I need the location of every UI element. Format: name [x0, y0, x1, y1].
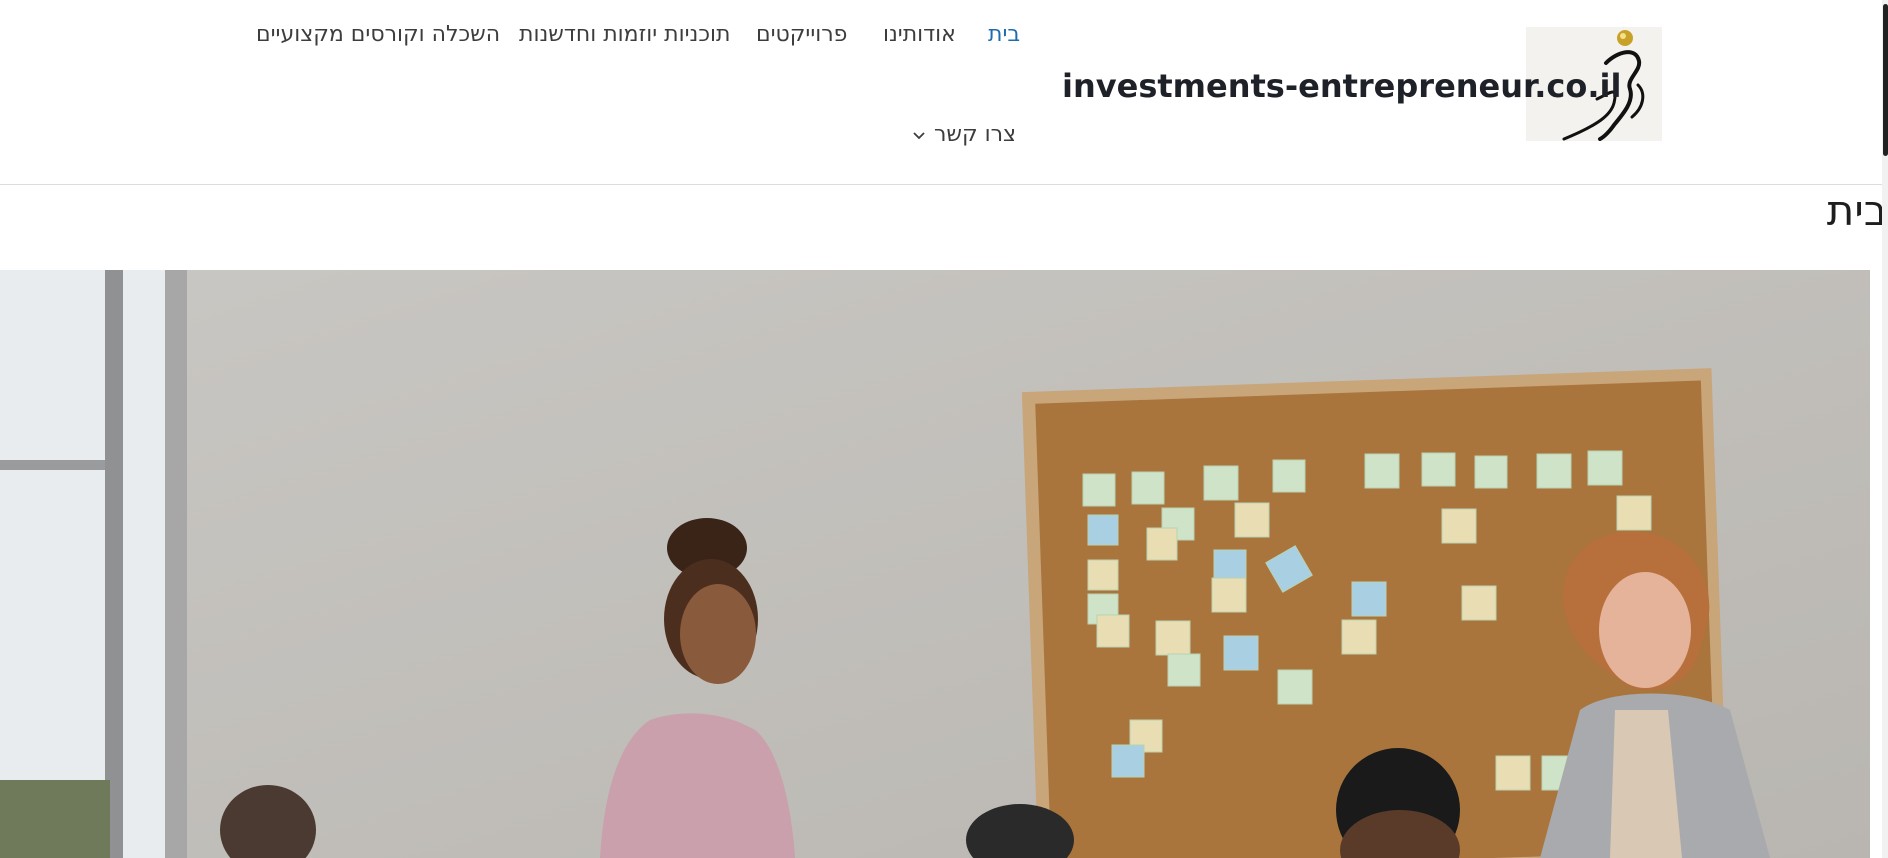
nav-item-innovation-programs[interactable]: תוכניות יוזמות וחדשנות	[519, 16, 730, 54]
nav-item-contact[interactable]: צרו קשר	[912, 116, 1016, 154]
contact-label: צרו קשר	[934, 122, 1017, 147]
site-header: investments-entrepreneur.co.il בית אודות…	[0, 0, 1888, 185]
chevron-down-icon	[913, 132, 925, 140]
window	[0, 270, 165, 858]
hero-image	[0, 270, 1870, 858]
scrollbar-thumb[interactable]	[1883, 4, 1888, 156]
nav-item-about[interactable]: אודותינו	[883, 16, 956, 54]
site-title[interactable]: investments-entrepreneur.co.il	[1062, 64, 1621, 108]
nav-item-projects[interactable]: פרוייקטים	[756, 16, 847, 54]
page-title: בית	[1826, 186, 1888, 235]
nav-item-home[interactable]: בית	[988, 16, 1020, 54]
nav-item-education-courses[interactable]: השכלה וקורסים מקצועיים	[256, 16, 500, 54]
